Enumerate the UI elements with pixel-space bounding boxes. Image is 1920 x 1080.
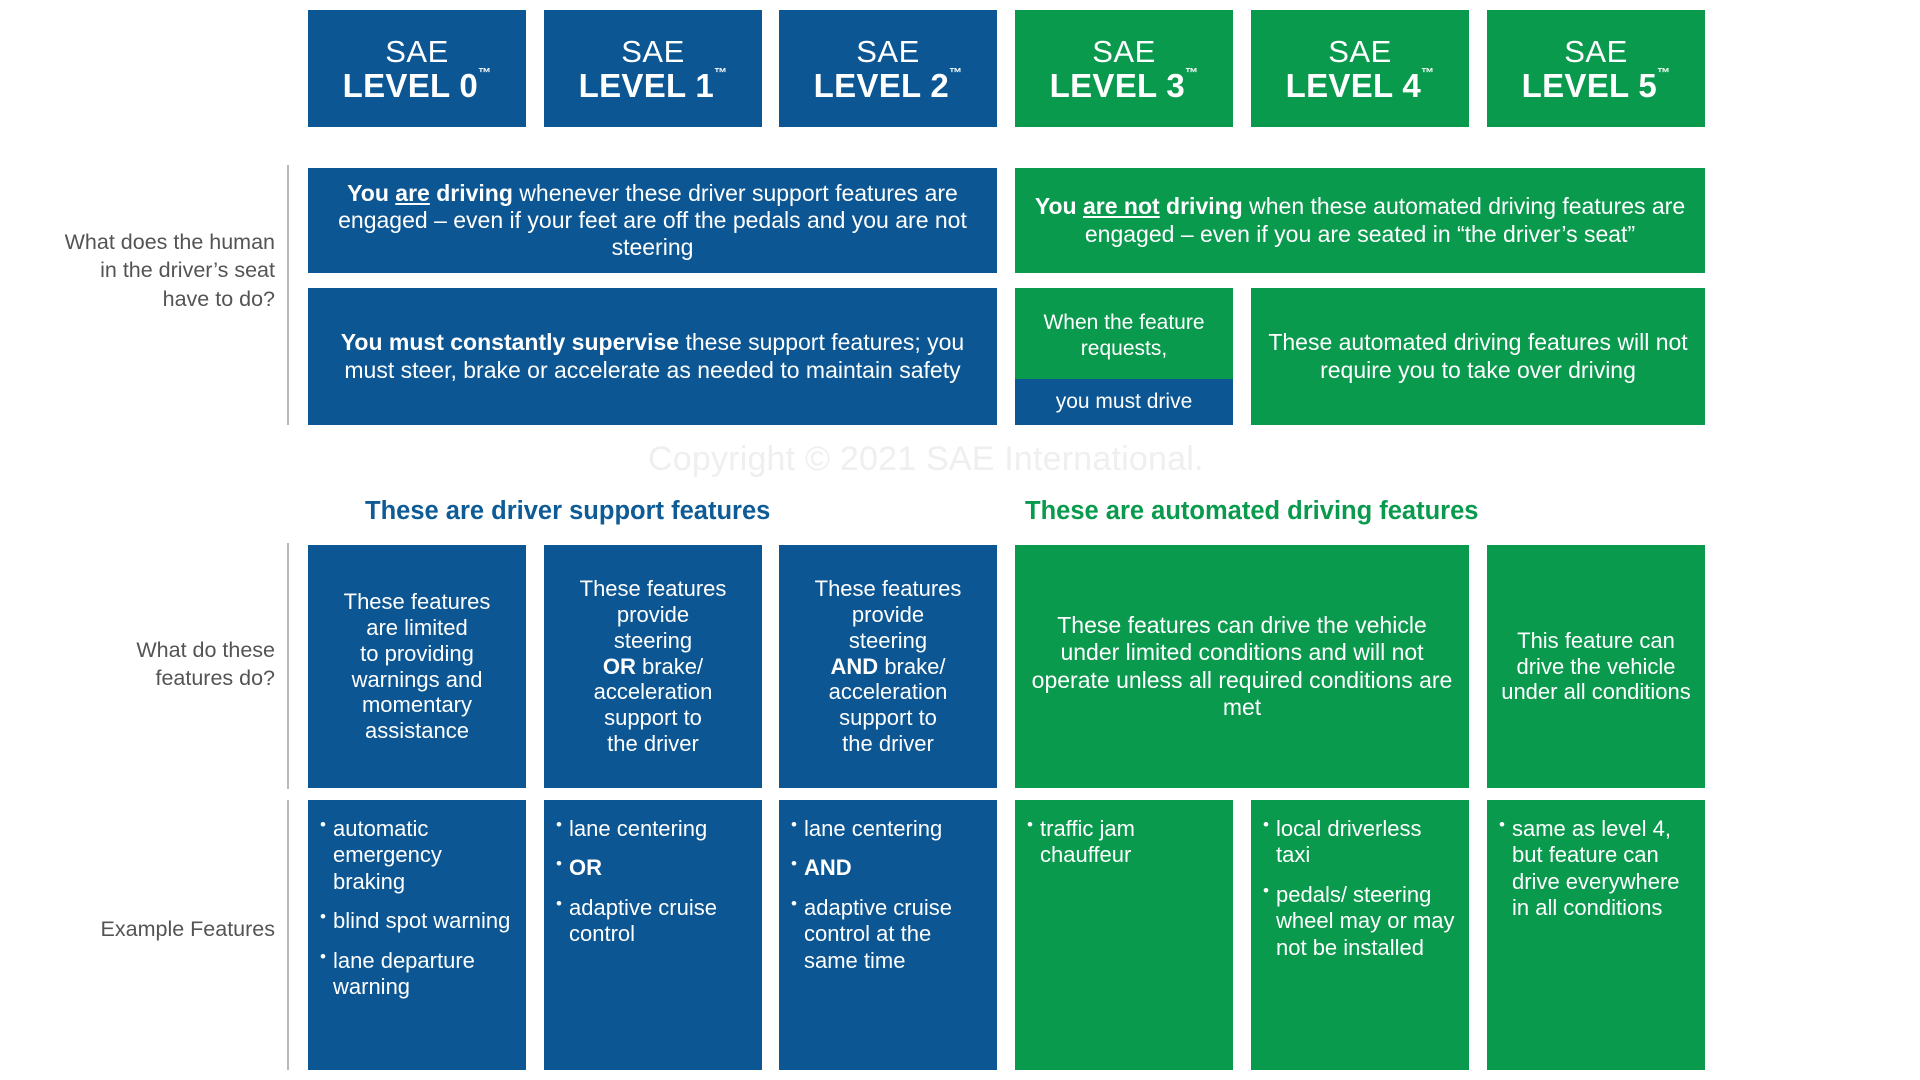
row-divider-human-role — [287, 165, 289, 425]
features-do-l2-line2: provide — [851, 601, 925, 627]
list-item: blind spot warning — [320, 907, 516, 934]
features-do-l2-line4rest: brake/ — [878, 653, 946, 679]
features-do-l0-line3: to providing — [360, 640, 474, 666]
human-role-automated-driving-text: You are not driving when these automated… — [1015, 168, 1705, 273]
level-header-1: SAE LEVEL 1™ — [544, 10, 762, 127]
human-role-level3-request-cell: When the feature requests, you must driv… — [1015, 288, 1233, 425]
features-do-l0-line6: assistance — [365, 718, 469, 744]
level-header-3: SAE LEVEL 3™ — [1015, 10, 1233, 127]
human-role-level45-no-takeover: These automated driving features will no… — [1251, 288, 1705, 425]
features-do-l0-line1: These features — [343, 588, 491, 614]
human-role-level3-request-top: When the feature requests, — [1015, 288, 1233, 379]
row-label-human-role: What does the human in the driver’s seat… — [64, 230, 275, 311]
list-item: pedals/ steering wheel may or may not be… — [1263, 881, 1459, 961]
list-item: adaptive cruise control — [556, 894, 752, 948]
features-do-level-5: This feature can drive the vehicle under… — [1487, 545, 1705, 788]
features-do-l1-line1: These features — [579, 575, 727, 601]
list-item: same as level 4, but feature can drive e… — [1499, 815, 1695, 922]
level-header-0: SAE LEVEL 0™ — [308, 10, 526, 127]
features-do-l1-line5: acceleration — [593, 679, 713, 705]
examples-level-2: lane centering AND adaptive cruise contr… — [779, 800, 997, 1070]
features-do-l0-line2: are limited — [366, 614, 468, 640]
human-role-supervise-text: You must constantly supervise these supp… — [308, 288, 997, 425]
examples-level-1: lane centering OR adaptive cruise contro… — [544, 800, 762, 1070]
row-label-example-features: Example Features — [100, 917, 275, 941]
features-do-l1-line7: the driver — [607, 731, 699, 757]
features-do-l1-line2: provide — [616, 601, 690, 627]
level-header-1-name: LEVEL 1™ — [578, 64, 728, 104]
features-do-l1-line6: support to — [604, 705, 702, 731]
list-item: automatic emergency braking — [320, 815, 516, 895]
row-label-features-do: What do these features do? — [136, 638, 275, 691]
level-header-4-name: LEVEL 4™ — [1285, 64, 1435, 104]
features-do-l2-line1: These features — [814, 575, 962, 601]
section-title-automated-driving: These are automated driving features — [1025, 497, 1479, 525]
features-do-l0-line4: warnings and — [351, 666, 483, 692]
features-do-level-0: These features are limited to providing … — [308, 545, 526, 788]
human-role-level3-request-bottom: you must drive — [1015, 379, 1233, 425]
row-divider-features-do — [287, 543, 289, 789]
features-do-l1-line3: steering — [613, 627, 693, 653]
features-do-level-3-4: These features can drive the vehicle und… — [1015, 545, 1469, 788]
level-header-2-name: LEVEL 2™ — [813, 64, 963, 104]
human-role-driver-support-text: You are driving whenever these driver su… — [308, 168, 997, 273]
examples-level-5: same as level 4, but feature can drive e… — [1487, 800, 1705, 1070]
list-item-and: AND — [791, 854, 987, 881]
examples-level-3: traffic jam chauffeur — [1015, 800, 1233, 1070]
human-role-ds-underline: are — [395, 179, 430, 206]
level-header-3-name: LEVEL 3™ — [1049, 64, 1199, 104]
level-header-4-sae: SAE — [1328, 33, 1392, 69]
features-do-l1-line4rest: brake/ — [635, 653, 704, 679]
row-divider-examples — [287, 800, 289, 1070]
examples-level-4: local driverless taxi pedals/ steering w… — [1251, 800, 1469, 1070]
copyright-watermark: Copyright © 2021 SAE International. — [648, 440, 1204, 478]
level-header-0-sae: SAE — [385, 33, 449, 69]
features-do-l2-line7: the driver — [842, 731, 934, 757]
examples-level-0: automatic emergency braking blind spot w… — [308, 800, 526, 1070]
section-title-driver-support: These are driver support features — [365, 497, 771, 525]
features-do-l0-line5: momentary — [361, 692, 473, 718]
features-do-l2-and: AND — [830, 653, 879, 679]
features-do-level-1: These features provide steering OR brake… — [544, 545, 762, 788]
level-header-5: SAE LEVEL 5™ — [1487, 10, 1705, 127]
features-do-l2-line5: acceleration — [828, 679, 948, 705]
list-item: lane departure warning — [320, 947, 516, 1001]
level-header-5-sae: SAE — [1564, 33, 1628, 69]
level-header-2: SAE LEVEL 2™ — [779, 10, 997, 127]
level-header-5-name: LEVEL 5™ — [1521, 64, 1671, 104]
list-item: adaptive cruise control at the same time — [791, 894, 987, 974]
features-do-l2-line3: steering — [848, 627, 928, 653]
human-role-ds-bold-1: You — [347, 179, 396, 206]
level-header-4: SAE LEVEL 4™ — [1251, 10, 1469, 127]
list-item: traffic jam chauffeur — [1027, 815, 1223, 869]
features-do-l1-or: OR — [602, 653, 636, 679]
features-do-l2-line6: support to — [839, 705, 937, 731]
human-role-ad-underline: are not — [1082, 193, 1160, 220]
level-header-0-name: LEVEL 0™ — [342, 64, 492, 104]
level-header-1-sae: SAE — [621, 33, 685, 69]
human-role-ad-bold-2: driving — [1159, 193, 1243, 220]
list-item: local driverless taxi — [1263, 815, 1459, 869]
sae-automation-levels-chart: SAE LEVEL 0™ SAE LEVEL 1™ SAE LEVEL 2™ S… — [0, 0, 1920, 1080]
list-item: lane centering — [556, 815, 752, 842]
list-item: lane centering — [791, 815, 987, 842]
level-header-2-sae: SAE — [856, 33, 920, 69]
features-do-level-2: These features provide steering AND brak… — [779, 545, 997, 788]
list-item-or: OR — [556, 854, 752, 881]
level-header-3-sae: SAE — [1092, 33, 1156, 69]
human-role-supervise-bold: You must constantly supervise — [340, 329, 680, 356]
human-role-ds-bold-2: driving — [429, 179, 513, 206]
human-role-ad-bold-1: You — [1034, 193, 1083, 220]
